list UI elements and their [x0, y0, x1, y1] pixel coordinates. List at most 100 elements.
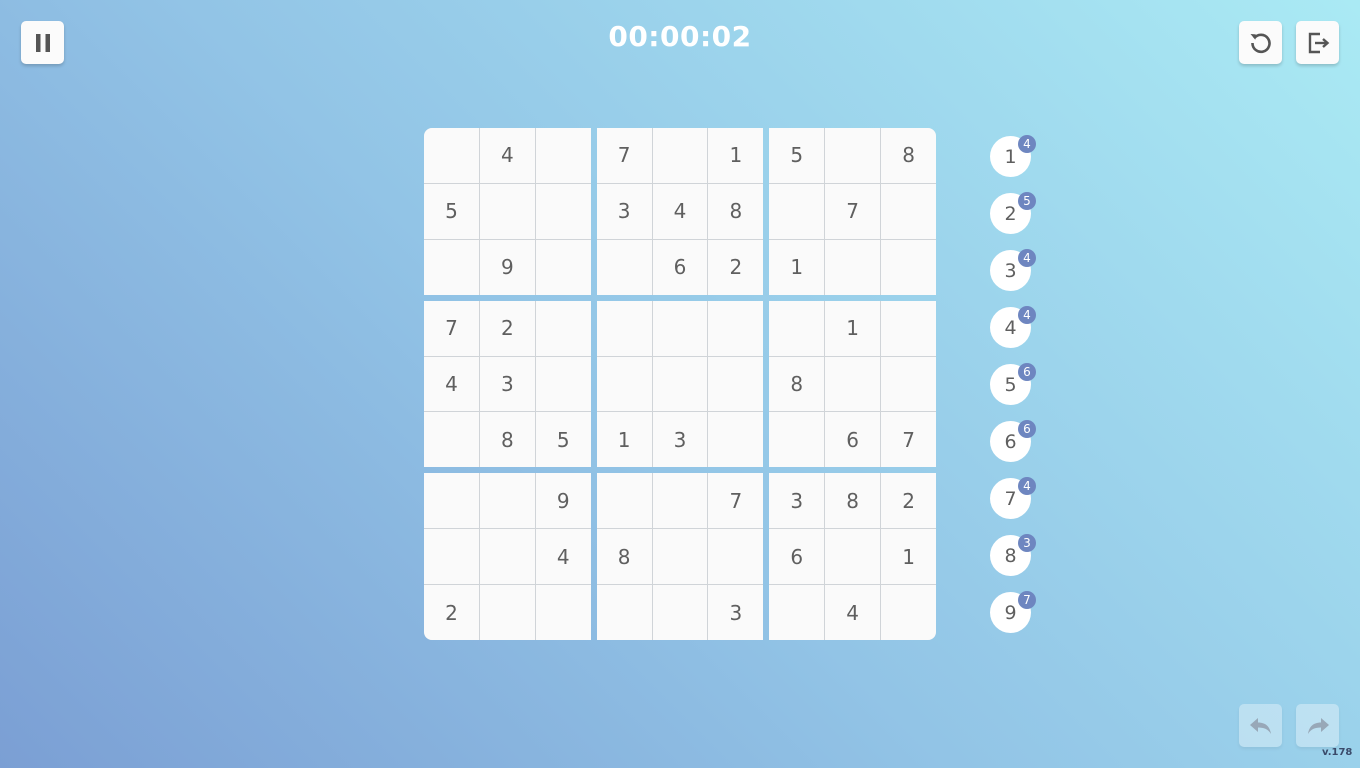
board-cell[interactable]: [424, 529, 479, 585]
number-button-5[interactable]: 56: [990, 363, 1036, 405]
board-cell[interactable]: 8: [881, 128, 936, 183]
board-cell[interactable]: 8: [479, 412, 535, 468]
number-button-8[interactable]: 83: [990, 534, 1036, 576]
board-cell[interactable]: [708, 356, 764, 412]
pause-button[interactable]: [21, 21, 64, 64]
board-cell[interactable]: [881, 356, 936, 412]
board-cell[interactable]: [881, 585, 936, 640]
board-cell[interactable]: 9: [535, 473, 591, 529]
board-cell[interactable]: [535, 585, 591, 640]
board-cell[interactable]: [596, 239, 652, 295]
board-cell[interactable]: 5: [769, 128, 825, 183]
board-cell[interactable]: [652, 529, 708, 585]
board-cell[interactable]: [596, 585, 652, 640]
board-cell[interactable]: 3: [652, 412, 708, 468]
number-button-2[interactable]: 25: [990, 192, 1036, 234]
board-cell[interactable]: [769, 300, 825, 356]
board-cell[interactable]: [769, 412, 825, 468]
board-cell[interactable]: [769, 585, 825, 640]
board-cell[interactable]: 7: [596, 128, 652, 183]
number-button-4[interactable]: 44: [990, 306, 1036, 348]
board-cell[interactable]: 8: [596, 529, 652, 585]
board-cell[interactable]: 7: [881, 412, 936, 468]
board-cell[interactable]: [708, 412, 764, 468]
board-cell[interactable]: [535, 183, 591, 239]
board-cell[interactable]: 2: [881, 473, 936, 529]
board-cell[interactable]: 4: [652, 183, 708, 239]
board-cell[interactable]: [652, 128, 708, 183]
board-cell[interactable]: 5: [424, 183, 479, 239]
board-cell[interactable]: [535, 239, 591, 295]
board-cell[interactable]: 1: [825, 300, 881, 356]
board-cell[interactable]: [424, 239, 479, 295]
board-cell[interactable]: [596, 356, 652, 412]
board-cell[interactable]: [424, 412, 479, 468]
board-cell[interactable]: 2: [479, 300, 535, 356]
board-cell[interactable]: [652, 300, 708, 356]
board-cell[interactable]: 2: [708, 239, 764, 295]
undo-button[interactable]: [1239, 704, 1282, 747]
board-cell[interactable]: [596, 300, 652, 356]
board-cell[interactable]: [424, 128, 479, 183]
board-cell[interactable]: 4: [535, 529, 591, 585]
board-cell[interactable]: 7: [708, 473, 764, 529]
number-button-6[interactable]: 66: [990, 420, 1036, 462]
board-cell[interactable]: [652, 473, 708, 529]
board-cell[interactable]: [535, 300, 591, 356]
board-cell[interactable]: 3: [708, 585, 764, 640]
board-cell[interactable]: [708, 300, 764, 356]
board-cell[interactable]: [535, 356, 591, 412]
remaining-count-badge: 4: [1018, 249, 1036, 267]
board-cell[interactable]: 5: [535, 412, 591, 468]
board-cell[interactable]: 1: [881, 529, 936, 585]
remaining-count-badge: 4: [1018, 135, 1036, 153]
board-cell[interactable]: 8: [825, 473, 881, 529]
number-button-digit: 5: [1004, 373, 1017, 396]
board-cell[interactable]: [769, 183, 825, 239]
number-button-1[interactable]: 14: [990, 135, 1036, 177]
board-cell[interactable]: 6: [652, 239, 708, 295]
board-cell[interactable]: [708, 529, 764, 585]
board-cell[interactable]: [479, 529, 535, 585]
number-button-7[interactable]: 74: [990, 477, 1036, 519]
board-cell[interactable]: 8: [769, 356, 825, 412]
board-cell[interactable]: 3: [479, 356, 535, 412]
board-cell[interactable]: 7: [825, 183, 881, 239]
board-cell[interactable]: [424, 473, 479, 529]
board-cell[interactable]: [479, 585, 535, 640]
board-cell[interactable]: 8: [708, 183, 764, 239]
board-cell[interactable]: [825, 128, 881, 183]
board-cell[interactable]: [881, 300, 936, 356]
number-button-3[interactable]: 34: [990, 249, 1036, 291]
board-cell[interactable]: 1: [596, 412, 652, 468]
board-cell[interactable]: [652, 585, 708, 640]
board-cell[interactable]: [825, 239, 881, 295]
board-cell[interactable]: [825, 529, 881, 585]
board-cell[interactable]: 9: [479, 239, 535, 295]
board-cell[interactable]: 4: [479, 128, 535, 183]
board-cell[interactable]: [881, 239, 936, 295]
board-cell[interactable]: [825, 356, 881, 412]
pause-icon: [35, 33, 50, 52]
board-cell[interactable]: 4: [424, 356, 479, 412]
number-button-digit: 4: [1004, 316, 1017, 339]
board-cell[interactable]: 3: [769, 473, 825, 529]
exit-button[interactable]: [1296, 21, 1339, 64]
board-cell[interactable]: [652, 356, 708, 412]
board-cell[interactable]: [479, 183, 535, 239]
board-cell[interactable]: 1: [708, 128, 764, 183]
board-cell[interactable]: [479, 473, 535, 529]
number-button-9[interactable]: 97: [990, 591, 1036, 633]
board-cell[interactable]: [596, 473, 652, 529]
redo-button[interactable]: [1296, 704, 1339, 747]
board-cell[interactable]: [881, 183, 936, 239]
board-cell[interactable]: [535, 128, 591, 183]
board-cell[interactable]: 3: [596, 183, 652, 239]
board-cell[interactable]: 4: [825, 585, 881, 640]
restart-button[interactable]: [1239, 21, 1282, 64]
board-cell[interactable]: 7: [424, 300, 479, 356]
board-cell[interactable]: 2: [424, 585, 479, 640]
board-cell[interactable]: 6: [769, 529, 825, 585]
board-cell[interactable]: 6: [825, 412, 881, 468]
board-cell[interactable]: 1: [769, 239, 825, 295]
